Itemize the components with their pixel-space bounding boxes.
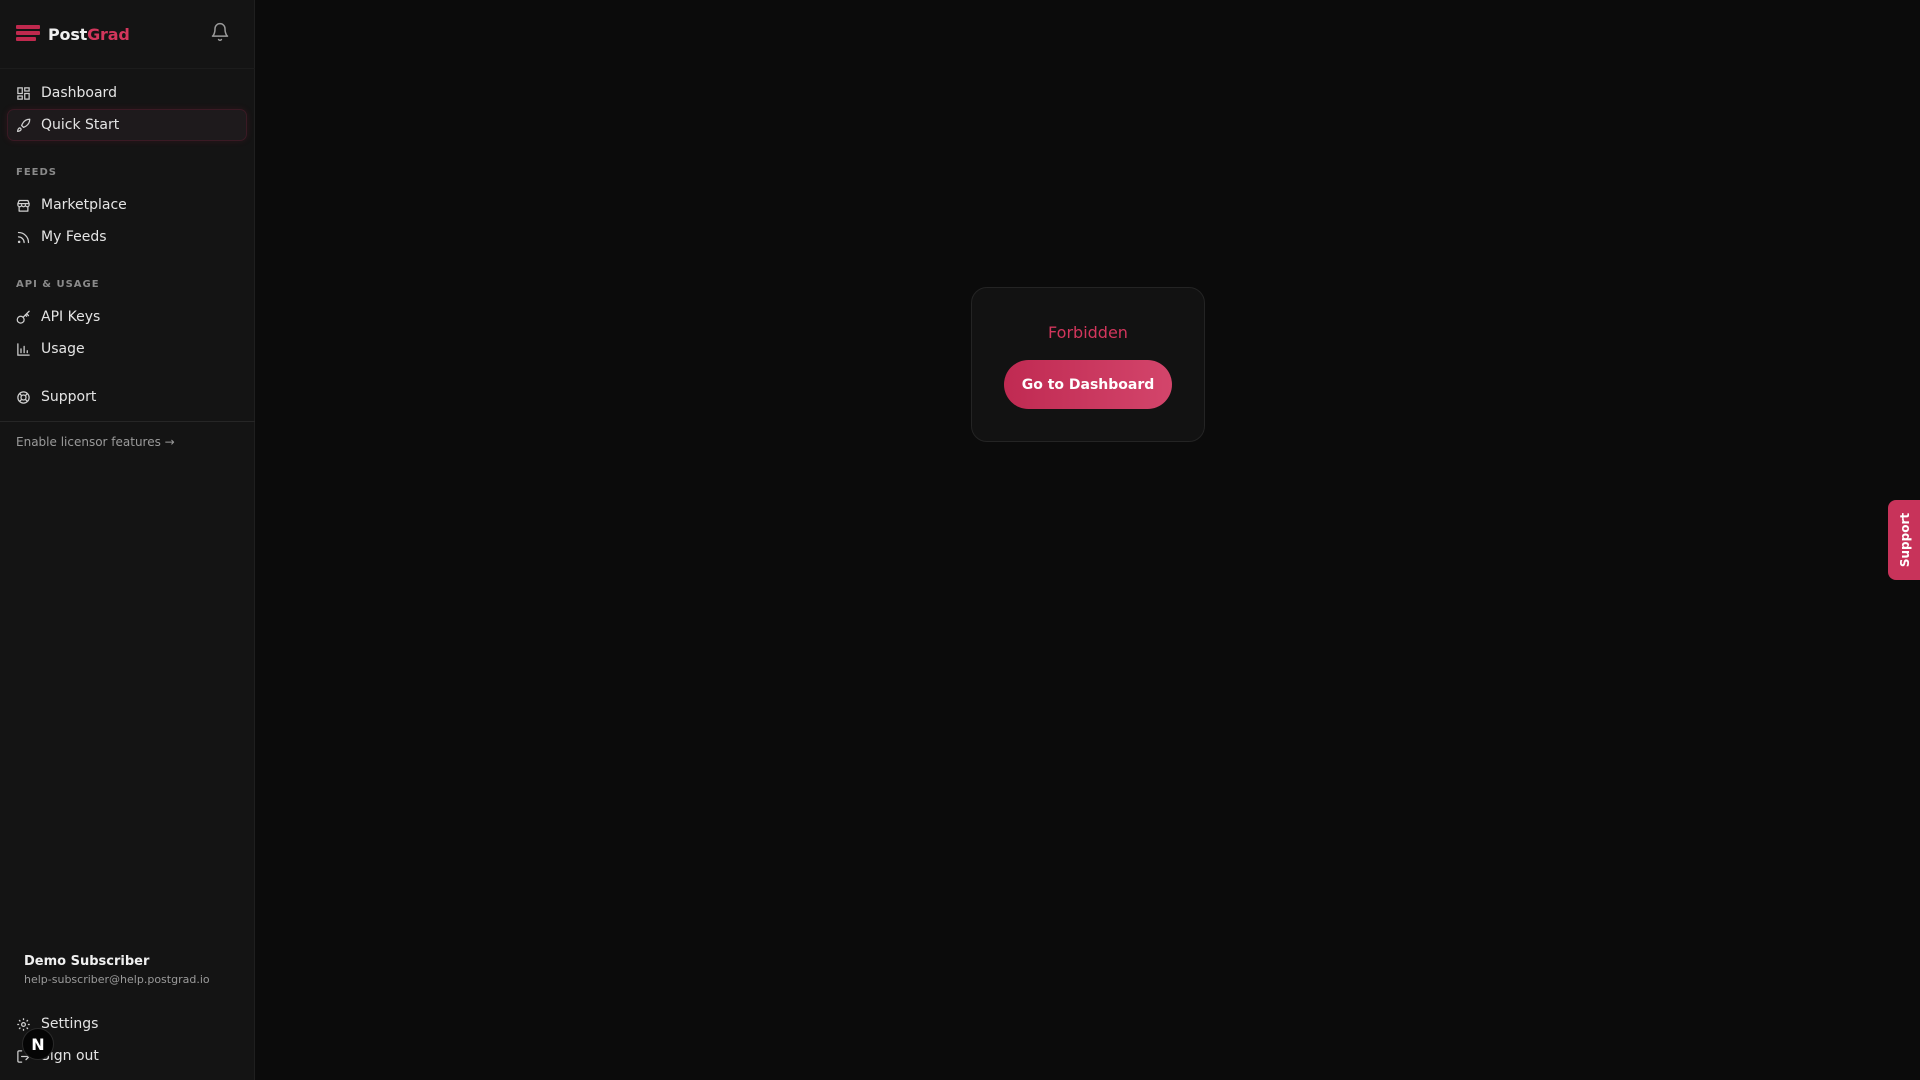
section-label-feeds: FEEDS xyxy=(16,167,57,178)
rss-icon xyxy=(17,231,30,243)
nav-item-my-feeds[interactable]: My Feeds xyxy=(8,222,246,252)
brand[interactable]: PostGrad xyxy=(16,20,130,48)
sidebar: PostGrad Dashboard Quick Start FEEDS Mar… xyxy=(0,0,255,1080)
nav-item-dashboard[interactable]: Dashboard xyxy=(8,78,246,108)
go-to-dashboard-button[interactable]: Go to Dashboard xyxy=(1004,360,1172,409)
rocket-icon xyxy=(16,118,31,132)
avatar[interactable]: N xyxy=(22,1028,54,1060)
header-divider xyxy=(0,68,255,69)
dashboard-icon xyxy=(17,86,30,100)
nav-label-my-feeds: My Feeds xyxy=(41,229,107,245)
section-label-api: API & USAGE xyxy=(16,279,100,290)
key-icon xyxy=(16,310,30,324)
user-email: help-subscriber@help.postgrad.io xyxy=(24,973,210,986)
nav-item-api-keys[interactable]: API Keys xyxy=(8,302,246,332)
nav-item-usage[interactable]: Usage xyxy=(8,334,246,364)
bell-icon[interactable] xyxy=(210,22,232,44)
nav-label-support: Support xyxy=(41,389,97,405)
user-name: Demo Subscriber xyxy=(24,954,150,969)
sidebar-divider xyxy=(0,421,255,422)
brand-name: PostGrad xyxy=(48,24,130,44)
store-icon xyxy=(17,199,30,212)
nav-label-dashboard: Dashboard xyxy=(41,85,117,101)
enable-licensor-link[interactable]: Enable licensor features → xyxy=(16,435,175,449)
gear-icon xyxy=(17,1017,30,1031)
support-tab[interactable]: Support xyxy=(1888,500,1920,580)
postgrad-logo-icon xyxy=(16,23,42,45)
nav-item-quick-start[interactable]: Quick Start xyxy=(8,110,246,140)
nav-item-support[interactable]: Support xyxy=(8,382,246,412)
lifebuoy-icon xyxy=(17,390,30,404)
nav-label-usage: Usage xyxy=(41,341,85,357)
nav-label-quick-start: Quick Start xyxy=(41,117,120,133)
nav-label-api-keys: API Keys xyxy=(41,309,101,325)
error-card: Forbidden Go to Dashboard xyxy=(971,287,1205,442)
support-tab-label: Support xyxy=(1898,512,1913,568)
nav-label-marketplace: Marketplace xyxy=(41,197,127,213)
nav-label-settings: Settings xyxy=(41,1016,99,1032)
nav-item-marketplace[interactable]: Marketplace xyxy=(8,190,246,220)
error-title: Forbidden xyxy=(1048,323,1128,342)
bar-chart-icon xyxy=(17,342,30,356)
